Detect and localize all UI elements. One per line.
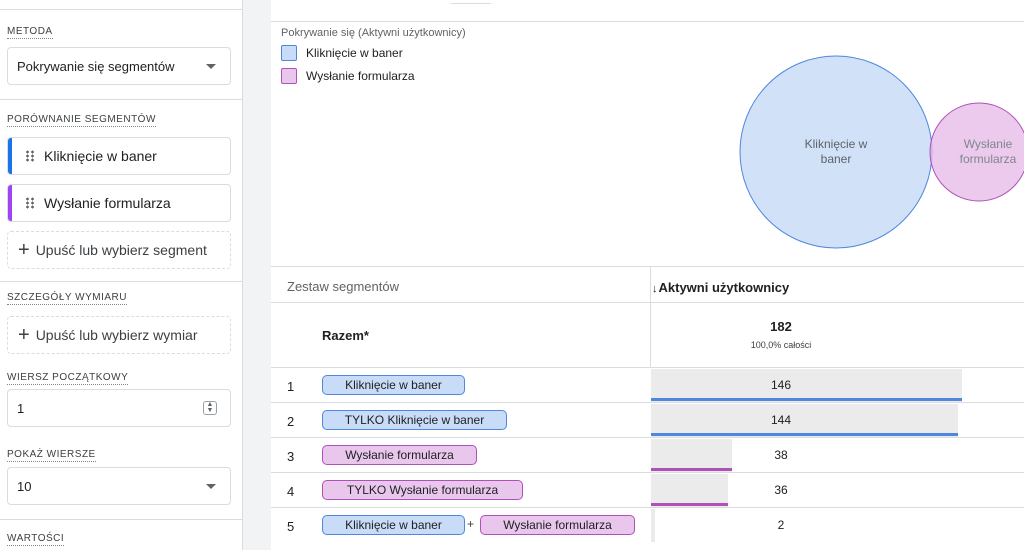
table-row[interactable]: 4 TYLKO Wysłanie formularza 36 [271,472,1024,507]
divider [0,519,243,520]
top-bar [271,0,1024,22]
top-bar-edge [451,0,491,4]
row-value: 144 [770,413,792,427]
chevron-down-icon [206,64,216,69]
drag-handle-icon[interactable] [25,197,35,209]
venn-label-a-line2: baner [821,152,852,166]
col-header-active-users-label: Aktywni użytkownicy [658,280,790,295]
segment-color-bar [8,138,12,174]
venn-diagram: Kliknięcie w baner Wysłanie formularza [739,55,1024,249]
segment-comparison-label: PORÓWNANIE SEGMENTÓW [7,114,156,127]
start-row-value: 1 [17,400,25,416]
value-bar-underline [651,503,728,506]
start-row-label: WIERSZ POCZĄTKOWY [7,372,129,385]
segment-chip-form-submit[interactable]: Wysłanie formularza [7,184,231,222]
divider [0,9,243,10]
segment-name: Kliknięcie w baner [44,148,157,164]
show-rows-value: 10 [17,478,32,494]
settings-panel: METODA Pokrywanie się segmentów PORÓWNAN… [0,0,243,550]
row-value: 36 [774,483,788,497]
total-pct: 100,0% całości [750,340,812,350]
total-value: 182 [770,319,792,334]
table-row[interactable]: 3 Wysłanie formularza 38 [271,437,1024,472]
divider [0,281,243,282]
venn-label-a-line1: Kliknięcie w [805,137,868,151]
col-header-active-users[interactable]: ↓Aktywni użytkownicy [652,280,789,295]
value-bar-underline [651,433,958,436]
total-label: Razem* [322,328,369,343]
value-bar-underline [651,468,732,471]
show-rows-select[interactable]: 10 [7,467,231,505]
total-row: Razem* 182 100,0% całości [271,302,1024,367]
row-number: 2 [287,414,295,429]
plus-icon: + [18,239,30,261]
col-header-segment-set: Zestaw segmentów [287,279,399,294]
row-value: 146 [770,378,792,392]
segment-chip[interactable]: Wysłanie formularza [480,515,635,535]
show-rows-label: POKAŻ WIERSZE [7,449,96,462]
divider [0,99,243,100]
start-row-input[interactable]: 1 ▲ ▼ [7,389,231,427]
report-area: Pokrywanie się (Aktywni użytkownicy) Kli… [271,0,1024,550]
method-label: METODA [7,26,53,39]
values-label: WARTOŚCI [7,533,65,546]
segment-chip[interactable]: TYLKO Wysłanie formularza [322,480,523,500]
sort-desc-icon: ↓ [652,283,658,295]
drag-handle-icon[interactable] [25,150,35,162]
row-value: 38 [774,448,788,462]
drop-dimension-button[interactable]: + Upuść lub wybierz wymiar [7,316,231,354]
drop-segment-button[interactable]: + Upuść lub wybierz segment [7,231,231,269]
segment-chip-banner-click[interactable]: Kliknięcie w baner [7,137,231,175]
row-number: 5 [287,519,295,534]
table-row[interactable]: 2 TYLKO Kliknięcie w baner 144 [271,402,1024,437]
plus-icon: + [18,324,30,346]
segment-name: Wysłanie formularza [44,195,171,211]
method-value: Pokrywanie się segmentów [17,58,175,74]
segment-chip[interactable]: Kliknięcie w baner [322,375,465,395]
plus-sign: + [467,517,475,531]
row-number: 3 [287,449,295,464]
drop-segment-label: Upuść lub wybierz segment [35,242,207,258]
segment-color-bar [8,185,12,221]
table-row[interactable]: 5 Kliknięcie w baner Wysłanie formularza +2 [271,507,1024,542]
dimension-details-label: SZCZEGÓŁY WYMIARU [7,292,127,305]
value-bar-underline [651,398,962,401]
table-row[interactable]: 1 Kliknięcie w baner 146 [271,367,1024,402]
row-number: 1 [287,379,295,394]
chevron-down-icon [206,484,216,489]
stepper-icon[interactable]: ▲ ▼ [203,401,217,415]
drop-dimension-label: Upuść lub wybierz wymiar [35,327,198,343]
row-number: 4 [287,484,295,499]
segment-chip[interactable]: Wysłanie formularza [322,445,477,465]
venn-label-b-line1: Wysłanie [964,137,1013,151]
venn-label-b-line2: formularza [960,152,1017,166]
segment-chip[interactable]: Kliknięcie w baner [322,515,465,535]
method-select[interactable]: Pokrywanie się segmentów [7,47,231,85]
segment-table: Zestaw segmentów ↓Aktywni użytkownicy Ra… [271,266,1024,542]
row-value: 2 [777,518,785,532]
segment-chip[interactable]: TYLKO Kliknięcie w baner [322,410,507,430]
